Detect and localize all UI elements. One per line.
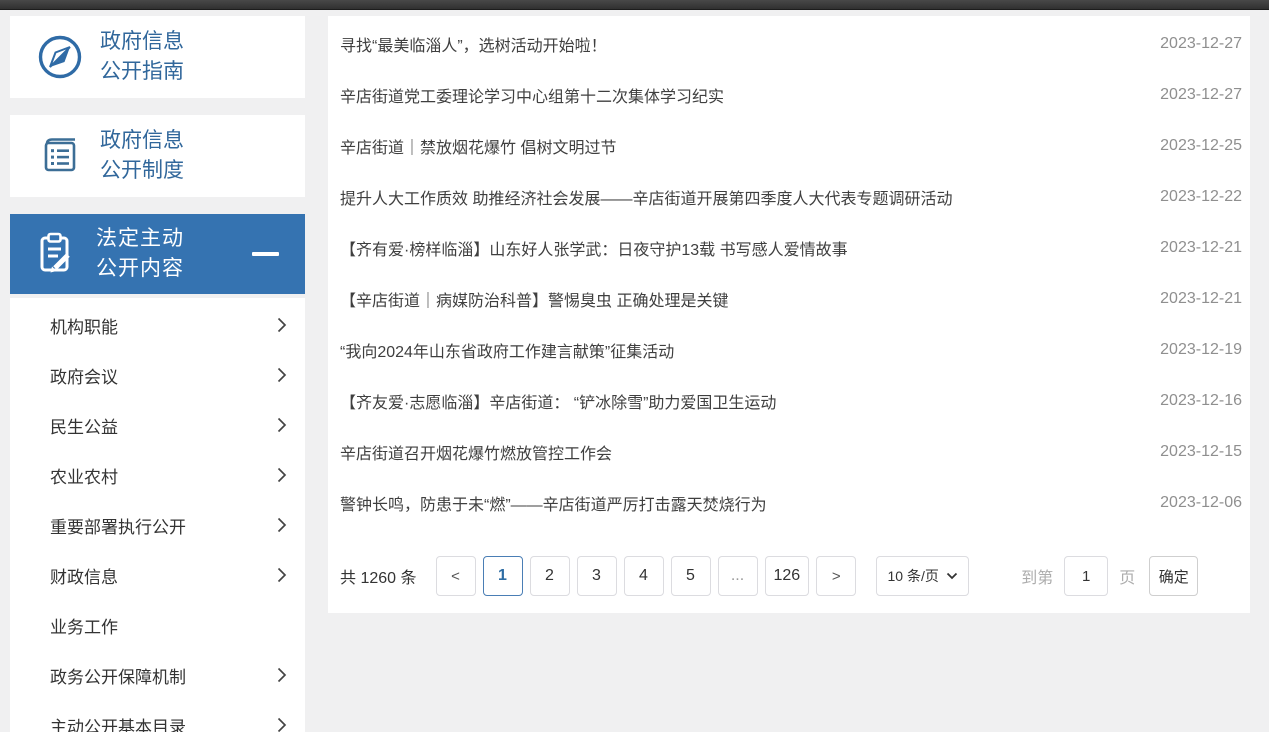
sidebar-item-statutory-disclosure[interactable]: 法定主动 公开内容	[10, 214, 305, 294]
sidebar-item-label: 政府信息 公开制度	[100, 126, 184, 186]
label-line1: 政府信息	[100, 129, 184, 152]
sidebar-item-active-disclosure-catalog[interactable]: 主动公开基本目录	[10, 700, 305, 732]
article-row[interactable]: “我向2024年山东省政府工作建言献策”征集活动 2023-12-19	[340, 324, 1242, 375]
chevron-right-icon	[277, 517, 287, 533]
label-line2: 公开指南	[100, 60, 184, 83]
page: 政府信息 公开指南 政府信息 公开制度	[0, 0, 1269, 732]
chevron-down-icon	[946, 572, 958, 580]
goto-page-group: 到第 页 确定	[1021, 556, 1198, 596]
sidebar-item-disclosure-guarantee[interactable]: 政务公开保障机制	[10, 650, 305, 700]
page-button-1[interactable]: 1	[483, 556, 523, 596]
label-line1: 政府信息	[100, 30, 184, 53]
article-title[interactable]: 警钟长鸣，防患于未“燃”——辛店街道严厉打击露天焚烧行为	[340, 491, 767, 515]
clipboard-pencil-icon	[32, 230, 80, 278]
article-row[interactable]: 【齐友爱·志愿临淄】辛店街道： “铲冰除雪”助力爱国卫生运动 2023-12-1…	[340, 375, 1242, 426]
article-row[interactable]: 【齐有爱·榜样临淄】山东好人张学武：日夜守护13载 书写感人爱情故事 2023-…	[340, 222, 1242, 273]
menu-item-label: 业务工作	[50, 613, 118, 638]
menu-item-label: 财政信息	[50, 563, 118, 588]
label-line2: 公开内容	[96, 257, 184, 280]
label-line2: 公开制度	[100, 159, 184, 182]
compass-icon	[36, 33, 84, 81]
sidebar-item-org-functions[interactable]: 机构职能	[10, 300, 305, 350]
total-count-label: 共 1260 条	[340, 564, 417, 588]
sidebar-item-fiscal-info[interactable]: 财政信息	[10, 550, 305, 600]
confirm-button[interactable]: 确定	[1149, 556, 1198, 596]
menu-item-label: 重要部署执行公开	[50, 513, 186, 538]
article-date: 2023-12-27	[1160, 35, 1242, 53]
sidebar-item-disclosure-guide[interactable]: 政府信息 公开指南	[10, 16, 305, 98]
chevron-right-icon	[277, 317, 287, 333]
article-title[interactable]: 【齐有爱·榜样临淄】山东好人张学武：日夜守护13载 书写感人爱情故事	[340, 236, 848, 260]
goto-page-input[interactable]	[1064, 556, 1108, 596]
article-title[interactable]: 【齐友爱·志愿临淄】辛店街道： “铲冰除雪”助力爱国卫生运动	[340, 389, 776, 413]
next-page-button[interactable]: >	[816, 556, 856, 596]
label-line1: 法定主动	[96, 227, 184, 250]
article-date: 2023-12-21	[1160, 290, 1242, 308]
article-title[interactable]: 【辛店街道｜病媒防治科普】警惕臭虫 正确处理是关键	[340, 287, 728, 311]
sidebar-item-label: 政府信息 公开指南	[100, 27, 184, 87]
page-size-label: 10 条/页	[888, 566, 939, 586]
article-date: 2023-12-21	[1160, 239, 1242, 257]
top-dark-bar	[0, 0, 1269, 10]
sidebar-item-key-deployments[interactable]: 重要部署执行公开	[10, 500, 305, 550]
article-title[interactable]: 辛店街道｜禁放烟花爆竹 倡树文明过节	[340, 134, 616, 158]
article-date: 2023-12-19	[1160, 341, 1242, 359]
chevron-right-icon	[277, 367, 287, 383]
sidebar-item-gov-meetings[interactable]: 政府会议	[10, 350, 305, 400]
menu-item-label: 机构职能	[50, 313, 118, 338]
menu-item-label: 主动公开基本目录	[50, 713, 186, 732]
menu-item-label: 政府会议	[50, 363, 118, 388]
article-row[interactable]: 警钟长鸣，防患于未“燃”——辛店街道严厉打击露天焚烧行为 2023-12-06	[340, 477, 1242, 528]
page-size-select[interactable]: 10 条/页	[876, 556, 969, 596]
page-button-5[interactable]: 5	[671, 556, 711, 596]
article-list-panel: 寻找“最美临淄人”，选树活动开始啦！ 2023-12-27 辛店街道党工委理论学…	[328, 16, 1250, 613]
article-date: 2023-12-15	[1160, 443, 1242, 461]
sidebar-item-agriculture-rural[interactable]: 农业农村	[10, 450, 305, 500]
chevron-right-icon	[277, 467, 287, 483]
article-title[interactable]: 辛店街道党工委理论学习中心组第十二次集体学习纪实	[340, 83, 724, 107]
sidebar-item-livelihood-welfare[interactable]: 民生公益	[10, 400, 305, 450]
goto-prefix-label: 到第	[1021, 564, 1053, 588]
article-date: 2023-12-06	[1160, 494, 1242, 512]
article-date: 2023-12-27	[1160, 86, 1242, 104]
article-row[interactable]: 提升人大工作质效 助推经济社会发展——辛店街道开展第四季度人大代表专题调研活动 …	[340, 171, 1242, 222]
menu-item-label: 农业农村	[50, 463, 118, 488]
sidebar-item-business-work[interactable]: 业务工作	[10, 600, 305, 650]
article-row[interactable]: 辛店街道｜禁放烟花爆竹 倡树文明过节 2023-12-25	[340, 120, 1242, 171]
chevron-right-icon	[277, 567, 287, 583]
page-ellipsis-button[interactable]: ...	[718, 556, 758, 596]
article-title[interactable]: 辛店街道召开烟花爆竹燃放管控工作会	[340, 440, 612, 464]
chevron-right-icon	[277, 667, 287, 683]
goto-suffix-label: 页	[1119, 564, 1135, 588]
article-row[interactable]: 寻找“最美临淄人”，选树活动开始啦！ 2023-12-27	[340, 18, 1242, 69]
article-row[interactable]: 辛店街道召开烟花爆竹燃放管控工作会 2023-12-15	[340, 426, 1242, 477]
chevron-right-icon	[277, 417, 287, 433]
sidebar-item-disclosure-system[interactable]: 政府信息 公开制度	[10, 115, 305, 197]
chevron-right-icon	[277, 717, 287, 732]
article-date: 2023-12-16	[1160, 392, 1242, 410]
book-icon	[36, 132, 84, 180]
menu-item-label: 民生公益	[50, 413, 118, 438]
sidebar-item-label: 法定主动 公开内容	[96, 224, 184, 284]
article-row[interactable]: 【辛店街道｜病媒防治科普】警惕臭虫 正确处理是关键 2023-12-21	[340, 273, 1242, 324]
sidebar: 政府信息 公开指南 政府信息 公开制度	[10, 16, 305, 732]
article-date: 2023-12-25	[1160, 137, 1242, 155]
article-title[interactable]: 提升人大工作质效 助推经济社会发展——辛店街道开展第四季度人大代表专题调研活动	[340, 185, 952, 209]
collapse-minus-icon[interactable]	[252, 252, 279, 256]
page-button-3[interactable]: 3	[577, 556, 617, 596]
page-button-2[interactable]: 2	[530, 556, 570, 596]
article-title[interactable]: “我向2024年山东省政府工作建言献策”征集活动	[340, 338, 674, 362]
page-button-4[interactable]: 4	[624, 556, 664, 596]
article-title[interactable]: 寻找“最美临淄人”，选树活动开始啦！	[340, 32, 607, 56]
article-row[interactable]: 辛店街道党工委理论学习中心组第十二次集体学习纪实 2023-12-27	[340, 69, 1242, 120]
page-button-126[interactable]: 126	[765, 556, 810, 596]
sidebar-menu: 机构职能 政府会议 民生公益 农业农村 重要部署执行公开 财政信息	[10, 298, 305, 732]
prev-page-button[interactable]: <	[436, 556, 476, 596]
menu-item-label: 政务公开保障机制	[50, 663, 186, 688]
article-date: 2023-12-22	[1160, 188, 1242, 206]
pagination-bar: 共 1260 条 < 1 2 3 4 5 ... 126 > 10 条/页 到第…	[340, 556, 1242, 596]
